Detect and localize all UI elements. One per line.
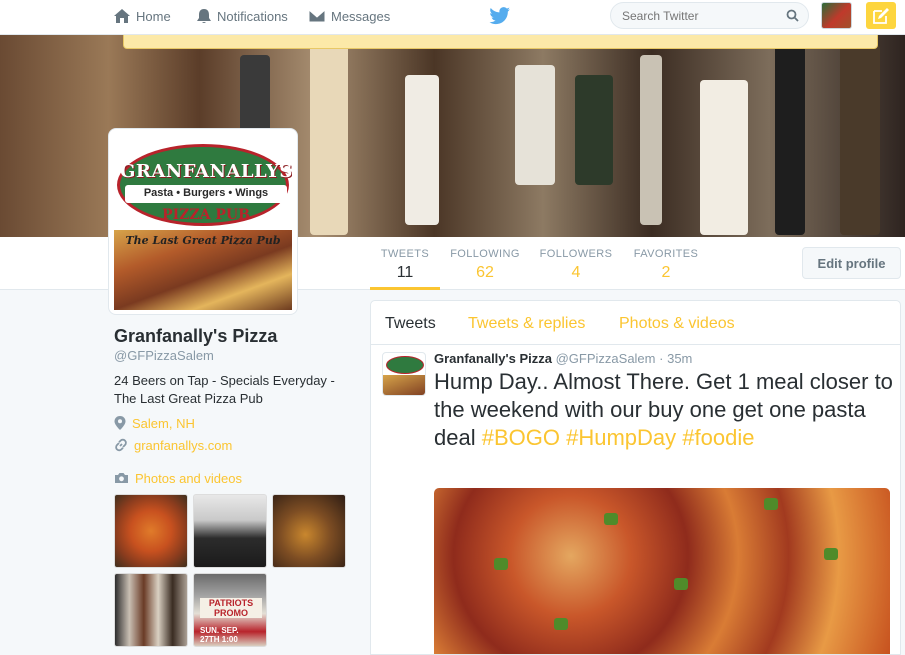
tweet-photo[interactable]: [434, 488, 890, 654]
location-pin-icon: [114, 416, 126, 430]
nav-notifications[interactable]: Notifications: [196, 0, 288, 32]
nav-notifications-label: Notifications: [217, 8, 288, 24]
stat-following[interactable]: FOLLOWING 62: [449, 237, 521, 290]
stat-tweets[interactable]: TWEETS 11: [370, 237, 440, 290]
camera-icon: [115, 473, 128, 483]
stat-favorites[interactable]: FAVORITES 2: [630, 237, 702, 290]
envelope-icon: [308, 9, 326, 23]
tweet-author-name[interactable]: Granfanally's Pizza: [434, 351, 552, 366]
profile-website-link[interactable]: granfanallys.com: [114, 436, 232, 454]
stat-label: FOLLOWING: [450, 248, 520, 260]
media-thumbnail[interactable]: [272, 494, 346, 568]
logo-tagline: Pasta • Burgers • Wings: [143, 187, 269, 199]
tab-tweets[interactable]: Tweets: [385, 315, 436, 333]
logo-subtitle: PIZZA PUB: [162, 207, 250, 223]
tweet-text: Hump Day.. Almost There. Get 1 meal clos…: [434, 368, 894, 452]
profile-name[interactable]: Granfanally's Pizza: [114, 326, 277, 347]
media-thumbnail[interactable]: PATRIOTS PROMO SUN. SEP. 27TH 1:00 p.m.: [193, 573, 267, 647]
profile-avatar[interactable]: GRANFANALLYS Pasta • Burgers • Wings PIZ…: [108, 128, 298, 315]
profile-handle[interactable]: @GFPizzaSalem: [114, 348, 214, 363]
media-thumbnail[interactable]: [114, 573, 188, 647]
tab-tweets-and-replies[interactable]: Tweets & replies: [468, 315, 585, 333]
stat-followers[interactable]: FOLLOWERS 4: [538, 237, 614, 290]
hashtag-link[interactable]: #BOGO: [482, 425, 560, 450]
photo-detail: [494, 558, 508, 570]
photos-and-videos-label: Photos and videos: [135, 470, 242, 486]
link-icon: [115, 438, 127, 452]
banner-tap-handle: [310, 45, 348, 235]
search-icon[interactable]: [786, 9, 799, 22]
banner-tap-handle: [575, 75, 613, 185]
profile-location[interactable]: Salem, NH: [114, 414, 195, 432]
logo-slogan: The Last Great Pizza Pub: [125, 234, 281, 247]
media-thumbnail[interactable]: [114, 494, 188, 568]
home-icon: [114, 9, 130, 23]
hashtag-link[interactable]: #foodie: [682, 425, 754, 450]
stat-value: 4: [571, 264, 581, 281]
stat-label: FAVORITES: [633, 248, 699, 260]
photos-and-videos-link[interactable]: Photos and videos: [114, 469, 242, 487]
hashtag-link[interactable]: #HumpDay: [566, 425, 676, 450]
banner-tap-handle: [840, 45, 880, 235]
thumb-promo-title: PATRIOTS PROMO: [200, 598, 262, 618]
search-input[interactable]: [622, 8, 782, 24]
bell-icon: [197, 9, 211, 23]
tweet-avatar-food: [383, 375, 425, 395]
account-avatar[interactable]: [821, 2, 852, 29]
banner-tap-handle: [700, 80, 748, 235]
logo-title: GRANFANALLYS: [120, 161, 292, 182]
logo-oval: GRANFANALLYS Pasta • Burgers • Wings PIZ…: [117, 144, 292, 226]
tweet-avatar[interactable]: [382, 352, 426, 396]
thumb-promo-date: SUN. SEP. 27TH 1:00 p.m.: [200, 626, 239, 646]
profile-location-text: Salem, NH: [132, 415, 195, 431]
photo-detail: [674, 578, 688, 590]
top-navigation-bar: Home Notifications Messages: [0, 0, 905, 35]
tab-photos-and-videos[interactable]: Photos & videos: [619, 315, 735, 333]
photo-detail: [824, 548, 838, 560]
stat-label: TWEETS: [380, 248, 430, 260]
nav-messages-label: Messages: [331, 8, 391, 24]
stat-value: 62: [476, 264, 494, 281]
tweet-stream: Tweets Tweets & replies Photos & videos …: [370, 300, 901, 655]
photo-detail: [554, 618, 568, 630]
photo-detail: [604, 513, 618, 525]
profile-bio: 24 Beers on Tap - Specials Everyday - Th…: [114, 373, 335, 406]
stat-label: FOLLOWERS: [539, 248, 613, 260]
banner-tap-handle: [515, 65, 555, 185]
nav-home[interactable]: Home: [113, 0, 171, 32]
notice-strip: [123, 35, 878, 49]
tweet-separator: ·: [659, 351, 664, 366]
stat-value: 11: [396, 264, 414, 281]
compose-icon: [873, 7, 889, 24]
tweet-author-handle[interactable]: @GFPizzaSalem: [556, 351, 656, 366]
tweet-avatar-logo: [386, 356, 424, 374]
twitter-bird-icon[interactable]: [489, 7, 511, 25]
nav-home-label: Home: [136, 8, 171, 24]
avatar-logo: GRANFANALLYS Pasta • Burgers • Wings PIZ…: [114, 134, 292, 310]
timeline-tabs: Tweets Tweets & replies Photos & videos: [371, 301, 900, 345]
tweet-timestamp[interactable]: 35m: [667, 351, 692, 366]
edit-profile-button[interactable]: Edit profile: [802, 247, 901, 279]
compose-tweet-button[interactable]: [866, 2, 896, 29]
search-box[interactable]: [610, 2, 809, 29]
tweet-header: Granfanally's Pizza @GFPizzaSalem · 35m: [434, 351, 692, 366]
stat-value: 2: [661, 264, 671, 281]
photo-detail: [764, 498, 778, 510]
media-thumbnail[interactable]: [193, 494, 267, 568]
banner-tap-handle: [405, 75, 439, 225]
banner-tap-handle: [640, 55, 662, 225]
banner-tap-handle: [775, 35, 805, 235]
profile-website-text: granfanallys.com: [134, 437, 233, 453]
nav-messages[interactable]: Messages: [308, 0, 390, 32]
